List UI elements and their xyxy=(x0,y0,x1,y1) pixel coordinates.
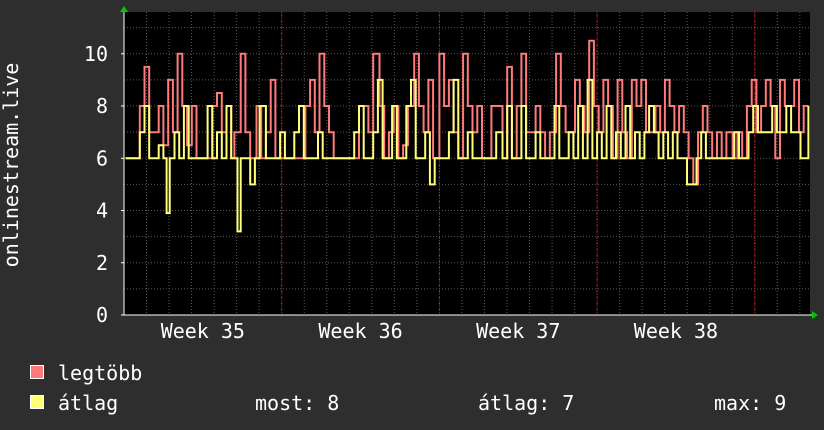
x-tick-label: Week 38 xyxy=(634,319,718,343)
y-tick-label: 4 xyxy=(96,199,108,223)
legend-row-avg: átlag most: 8 átlag: 7 max: 9 xyxy=(30,392,810,414)
y-tick-label: 10 xyxy=(84,42,108,66)
x-tick-label: Week 35 xyxy=(161,319,245,343)
y-axis-label: onlinestream.live xyxy=(0,63,23,268)
legend-swatch-avg xyxy=(30,395,44,409)
stat-average: átlag: 7 xyxy=(478,391,575,415)
stat-current: most: 8 xyxy=(255,391,340,415)
y-tick-label: 8 xyxy=(96,94,108,118)
y-tick-label: 2 xyxy=(96,251,108,275)
legend-swatch-max xyxy=(30,365,44,379)
y-tick-label: 6 xyxy=(96,146,108,170)
legend-label-max: legtöbb xyxy=(58,361,143,385)
x-axis-arrow-icon xyxy=(812,311,818,319)
y-axis-arrow-icon xyxy=(120,6,128,12)
legend-label-avg: átlag xyxy=(58,391,119,415)
y-tick-labels: 0 2 4 6 8 10 xyxy=(84,42,124,327)
x-tick-label: Week 37 xyxy=(476,319,560,343)
x-tick-labels: Week 35 Week 36 Week 37 Week 38 xyxy=(161,319,718,343)
stat-max: max: 9 xyxy=(714,391,787,415)
x-tick-label: Week 36 xyxy=(318,319,402,343)
legend-row-max: legtöbb xyxy=(30,362,810,384)
y-tick-label: 0 xyxy=(96,303,108,327)
